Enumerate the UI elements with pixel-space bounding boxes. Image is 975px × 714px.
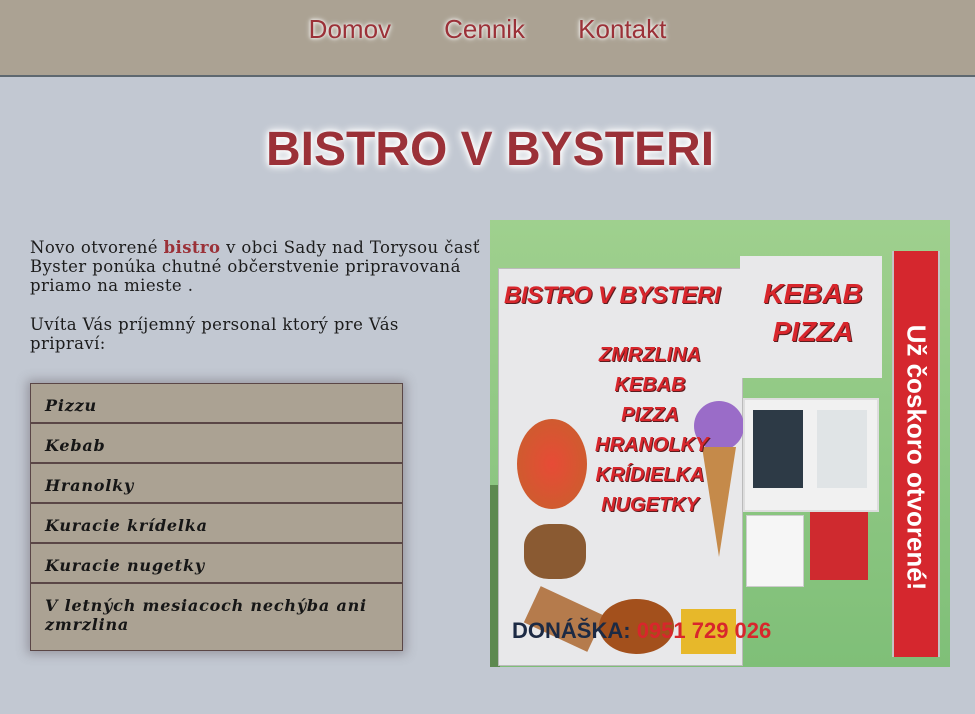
offer-list: Pizzu Kebab Hranolky Kuracie krídelka Ku… <box>30 383 403 651</box>
photo-banner-title: BISTRO V BYSTERI <box>504 282 721 309</box>
page-title: BISTRO V BYSTERI <box>265 123 715 176</box>
offer-item-pizza: Pizzu <box>31 384 402 424</box>
photo-kebab-text: KEBAB <box>763 278 863 309</box>
nav-link-cennik[interactable]: Cennik <box>444 14 525 44</box>
offer-item-chicken-nuggets: Kuracie nugetky <box>31 544 402 584</box>
photo-vertical-banner: Už čoskoro otvorené! <box>892 251 940 657</box>
kebab-image <box>524 524 586 579</box>
photo-window-pane-right <box>817 410 867 488</box>
bistro-photo: BISTRO V BYSTERI KEBAB PIZZA ZMRZLINA KE… <box>490 220 950 667</box>
photo-food-item: KRÍDIELKA <box>595 464 705 486</box>
offer-item-kebab: Kebab <box>31 424 402 464</box>
nav-link-kontakt[interactable]: Kontakt <box>578 14 666 44</box>
photo-food-item: KEBAB <box>614 374 686 396</box>
intro-paragraph-2: Uvíta Vás príjemný personal ktorý pre Vá… <box>30 315 399 353</box>
photo-poster-left <box>746 515 804 587</box>
photo-window <box>743 398 879 512</box>
offer-item-fries: Hranolky <box>31 464 402 504</box>
photo-delivery: DONÁŠKA: 0951 729 026 <box>512 618 771 644</box>
photo-pizza-text: PIZZA <box>772 316 854 347</box>
photo-food-item: HRANOLKY <box>595 434 709 456</box>
photo-poster-opening-hours <box>810 512 868 580</box>
photo-kebab-pizza: KEBAB PIZZA <box>758 275 868 351</box>
main-nav: Domov Cennik Kontakt <box>0 14 975 45</box>
top-navigation-bar: Domov Cennik Kontakt <box>0 0 975 77</box>
pizza-image <box>517 419 587 509</box>
nav-link-domov[interactable]: Domov <box>309 14 391 44</box>
photo-food-item: NUGETKY <box>601 494 699 516</box>
photo-delivery-number: 0951 729 026 <box>636 618 772 643</box>
photo-food-item: PIZZA <box>621 404 679 426</box>
intro-highlight-bistro: bistro <box>163 238 221 257</box>
intro-text-before: Novo otvorené <box>30 238 164 257</box>
photo-food-item: ZMRZLINA <box>598 344 702 366</box>
photo-delivery-label: DONÁŠKA: <box>512 618 631 643</box>
photo-food-list: ZMRZLINA KEBAB PIZZA HRANOLKY KRÍDIELKA … <box>595 340 709 520</box>
ice-cream-cone-image <box>702 447 736 557</box>
offer-item-ice-cream: V letných mesiacoch nechýba ani zmrzlina <box>45 596 367 634</box>
photo-vertical-banner-text: Už čoskoro otvorené! <box>901 324 932 591</box>
intro-text: Novo otvorené bistro v obci Sady nad Tor… <box>30 238 480 373</box>
offer-item-chicken-wings: Kuracie krídelka <box>31 504 402 544</box>
photo-window-pane-left <box>753 410 803 488</box>
intro-paragraph-1: Novo otvorené bistro v obci Sady nad Tor… <box>30 238 480 295</box>
